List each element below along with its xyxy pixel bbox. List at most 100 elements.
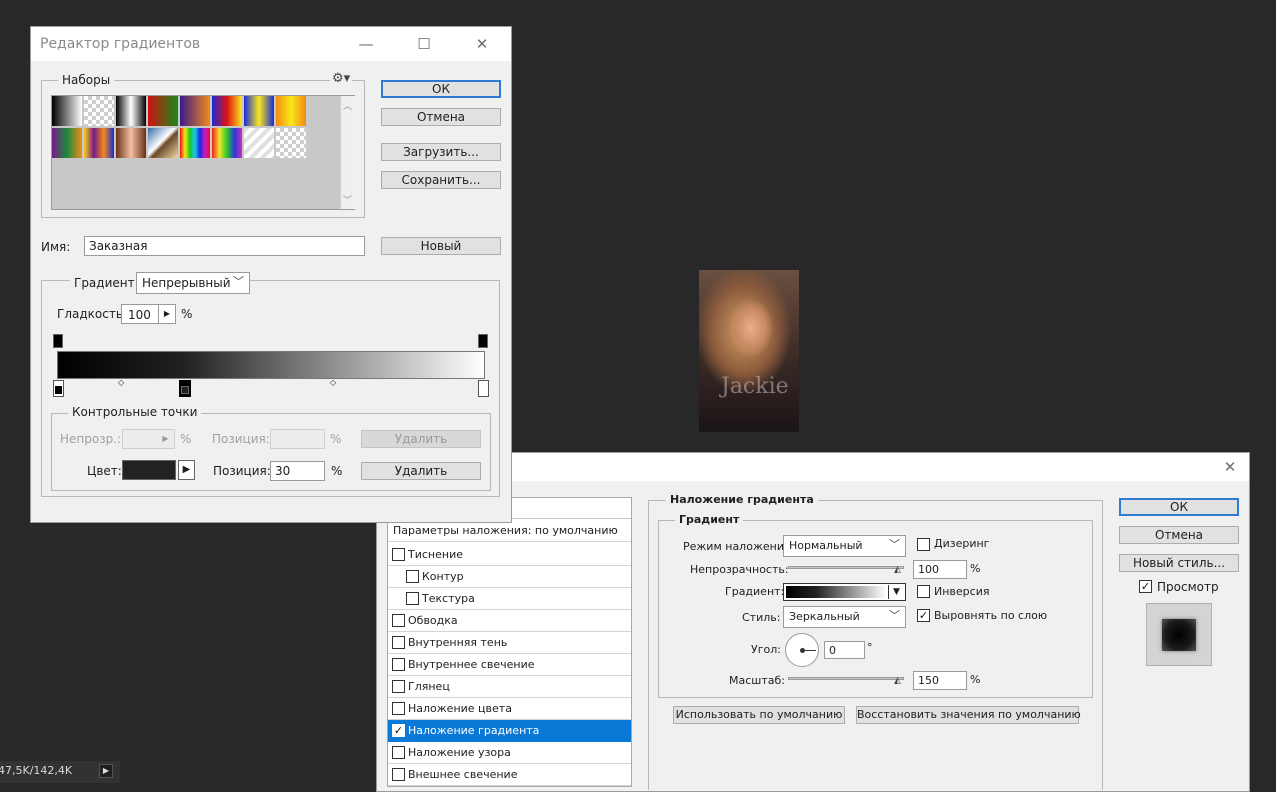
preset-swatch[interactable] [276, 96, 307, 127]
effect-label: Внутреннее свечение [408, 658, 535, 671]
scale-input[interactable]: 150 [913, 671, 967, 690]
angle-input[interactable]: 0 [824, 641, 865, 659]
preset-swatch[interactable] [212, 96, 243, 127]
gradient-ok-button[interactable]: ОК [381, 80, 501, 98]
effect-label: Обводка [408, 614, 458, 627]
preset-swatch[interactable] [116, 128, 147, 159]
layer-style-ok-button[interactable]: ОК [1119, 498, 1239, 516]
effect-checkbox[interactable] [392, 636, 405, 649]
preset-swatch[interactable] [244, 96, 275, 127]
name-input[interactable]: Заказная [84, 236, 365, 256]
effect-checkbox[interactable] [392, 746, 405, 759]
preset-swatch[interactable] [148, 96, 179, 127]
preset-swatch[interactable] [84, 96, 115, 127]
stop-color-delete-button[interactable]: Удалить [361, 462, 481, 480]
effect-checkbox[interactable]: ✓ [392, 724, 405, 737]
effect-item[interactable]: Внутреннее свечение [388, 654, 631, 676]
style-select[interactable]: Зеркальный ﹀ [783, 606, 906, 628]
preset-swatch[interactable] [276, 128, 307, 159]
new-gradient-button[interactable]: Новый [381, 237, 501, 255]
midpoint-marker[interactable]: ◇ [330, 378, 336, 387]
angle-dial[interactable] [785, 633, 819, 667]
style-label: Стиль: [742, 611, 781, 624]
stop-color-swatch[interactable] [122, 460, 176, 480]
effect-item[interactable]: Тиснение [388, 544, 631, 566]
scale-slider-thumb[interactable]: ◭ [894, 676, 904, 686]
stop-opacity-location-unit: % [330, 432, 342, 446]
effect-item[interactable]: ✓ Наложение градиента [388, 720, 631, 742]
effect-checkbox[interactable] [392, 658, 405, 671]
blend-mode-select[interactable]: Нормальный ﹀ [783, 535, 906, 557]
gradient-bar[interactable] [57, 351, 485, 379]
align-with-layer-checkbox[interactable]: ✓ [917, 609, 930, 622]
effect-item[interactable]: Обводка [388, 610, 631, 632]
chevron-down-icon: ﹀ [889, 538, 900, 551]
opacity-slider-track[interactable] [788, 566, 904, 569]
layer-style-cancel-button[interactable]: Отмена [1119, 526, 1239, 544]
opacity-stop-left[interactable] [53, 334, 63, 348]
effect-checkbox[interactable] [392, 702, 405, 715]
canvas-image: Jackie [699, 270, 799, 432]
presets-scrollbar[interactable]: ︿ ﹀ [340, 96, 355, 209]
canvas-watermark: Jackie [721, 374, 789, 399]
preset-swatch[interactable] [180, 128, 211, 159]
gradient-save-button[interactable]: Сохранить... [381, 171, 501, 189]
preview-checkbox[interactable]: ✓ [1139, 580, 1152, 593]
effect-checkbox[interactable] [392, 548, 405, 561]
scroll-down-icon[interactable]: ﹀ [343, 193, 352, 206]
stops-group-label: Контрольные точки [68, 405, 202, 419]
opacity-input[interactable]: 100 [913, 560, 967, 579]
gradient-picker-dropdown-icon[interactable]: ▼ [888, 585, 904, 599]
gradient-type-select[interactable]: Непрерывный ﹀ [136, 272, 250, 294]
name-label: Имя: [41, 240, 71, 254]
effect-checkbox[interactable] [406, 570, 419, 583]
color-stop-selected[interactable] [179, 380, 191, 397]
midpoint-marker[interactable]: ◇ [118, 378, 124, 387]
maximize-icon[interactable]: ☐ [413, 33, 435, 55]
stop-color-menu-icon[interactable]: ▶ [178, 460, 195, 480]
effect-item[interactable]: Наложение узора [388, 742, 631, 764]
effect-checkbox[interactable] [392, 614, 405, 627]
reverse-checkbox[interactable] [917, 585, 930, 598]
preset-swatch[interactable] [212, 128, 243, 159]
opacity-stop-right[interactable] [478, 334, 488, 348]
gradient-cancel-button[interactable]: Отмена [381, 108, 501, 126]
preset-swatch[interactable] [52, 128, 83, 159]
preset-swatch[interactable] [148, 128, 179, 159]
scroll-up-icon[interactable]: ︿ [343, 99, 352, 112]
preset-swatch[interactable] [84, 128, 115, 159]
preset-swatch[interactable] [116, 96, 147, 127]
minimize-icon[interactable]: — [355, 33, 377, 55]
effect-label: Тиснение [408, 548, 463, 561]
gradient-load-button[interactable]: Загрузить... [381, 143, 501, 161]
effect-item[interactable]: Текстура [388, 588, 631, 610]
stop-color-location-input[interactable]: 30 [270, 461, 325, 481]
smoothness-stepper-icon[interactable]: ▶ [158, 305, 175, 323]
effect-checkbox[interactable] [406, 592, 419, 605]
effect-item[interactable]: Внутренняя тень [388, 632, 631, 654]
color-stop-right[interactable] [478, 380, 489, 397]
opacity-slider-thumb[interactable]: ◭ [894, 565, 904, 575]
gradient-picker[interactable]: ▼ [783, 583, 906, 601]
preview-label: Просмотр [1157, 580, 1219, 594]
new-style-button[interactable]: Новый стиль... [1119, 554, 1239, 572]
preset-swatch[interactable] [244, 128, 275, 159]
status-menu-arrow-icon[interactable]: ▶ [99, 764, 113, 778]
preset-swatch[interactable] [52, 96, 83, 127]
presets-menu-gear-icon[interactable]: ⚙▾ [330, 71, 353, 86]
make-default-button[interactable]: Использовать по умолчанию [673, 706, 845, 724]
preset-swatch[interactable] [180, 96, 211, 127]
color-stop-left[interactable] [53, 380, 64, 397]
dither-checkbox[interactable] [917, 538, 930, 551]
effect-label: Контур [422, 570, 464, 583]
close-icon[interactable]: ✕ [471, 33, 493, 55]
close-icon[interactable]: ✕ [1219, 456, 1241, 478]
effect-item[interactable]: Глянец [388, 676, 631, 698]
effect-item[interactable]: Контур [388, 566, 631, 588]
reset-default-button[interactable]: Восстановить значения по умолчанию [856, 706, 1081, 724]
scale-slider-track[interactable] [788, 677, 904, 680]
effect-checkbox[interactable] [392, 680, 405, 693]
effect-item[interactable]: Наложение цвета [388, 698, 631, 720]
smoothness-input[interactable]: 100 ▶ [121, 304, 176, 324]
effect-checkbox[interactable] [392, 768, 405, 781]
